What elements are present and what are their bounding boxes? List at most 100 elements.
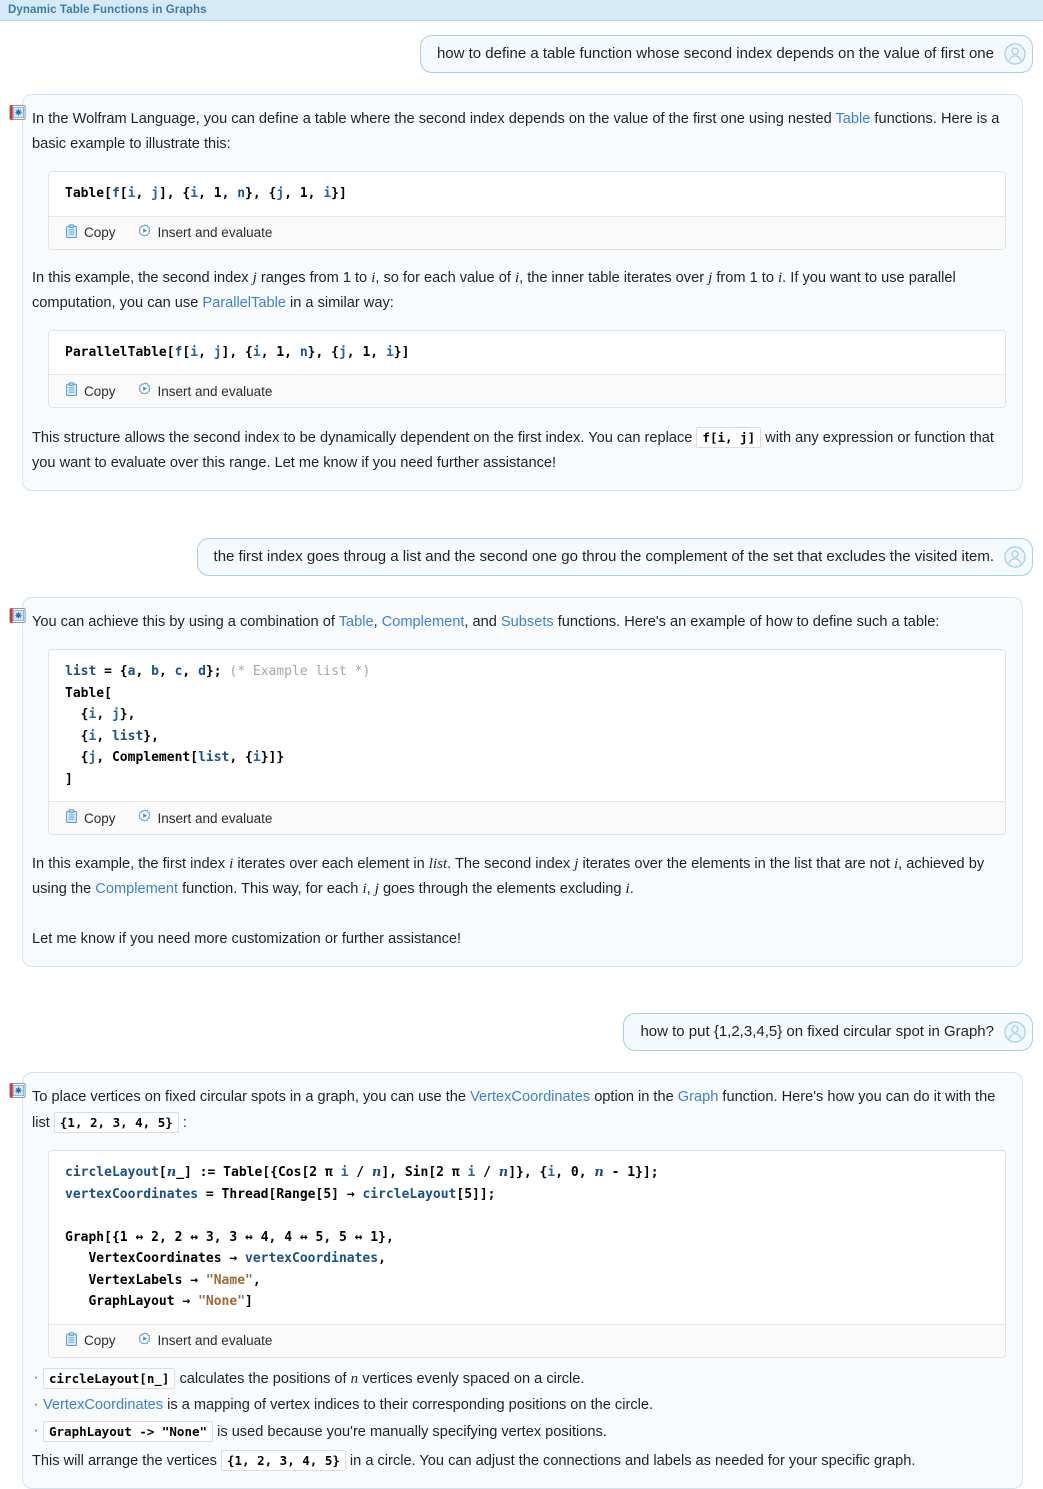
inline-code: f[i, j] [696,427,762,448]
wl-link-complement[interactable]: Complement [95,881,178,897]
clipboard-icon [65,809,78,827]
code-block: list = {a, b, c, d}; (* Example list *) … [48,649,1006,835]
assistant-paragraph: To place vertices on fixed circular spot… [32,1085,1008,1136]
text-fragment: goes through the elements excluding [378,881,626,897]
evaluate-label: Insert and evaluate [157,1333,273,1348]
text-fragment: ranges from 1 to [256,269,372,286]
copy-button[interactable]: Copy [65,1331,116,1350]
text-fragment: iterates over the elements in the list t… [578,856,894,872]
window-title: Dynamic Table Functions in Graphs [8,4,207,16]
text-fragment: in a circle. You can adjust the connecti… [345,1452,916,1469]
wl-link-table[interactable]: Table [835,111,870,127]
code-toolbar: Copy Insert and evaluate [49,801,1005,834]
text-fragment: is used because you're manually specifyi… [213,1423,607,1440]
evaluate-label: Insert and evaluate [157,383,273,399]
assistant-paragraph: You can achieve this by using a combinat… [32,610,1008,635]
wl-link-graph[interactable]: Graph [678,1089,719,1105]
insert-and-evaluate-icon [137,1331,152,1350]
math-var: list [428,856,448,872]
user-message-bubble[interactable]: how to define a table function whose sec… [419,35,1033,73]
user-message-text: how to define a table function whose sec… [436,45,994,62]
insert-and-evaluate-button[interactable]: Insert and evaluate [137,382,273,400]
wolfram-notebook-icon [9,607,26,624]
user-avatar-icon [1004,1021,1026,1043]
wl-link-subsets[interactable]: Subsets [501,614,554,630]
window-title-bar: Dynamic Table Functions in Graphs [0,0,1043,21]
user-avatar-icon [1004,43,1026,65]
code-toolbar: Copy Insert and evaluate [49,374,1005,407]
wl-link-table[interactable]: Table [339,614,374,630]
assistant-paragraph: In the Wolfram Language, you can define … [32,107,1008,157]
text-fragment: , the inner table iterates over [519,269,709,286]
user-message-text: the first index goes throug a list and t… [213,548,994,565]
wl-link-paralleltable[interactable]: ParallelTable [202,295,286,311]
code-content[interactable]: ParallelTable[f[i, j], {i, 1, n}, {j, 1,… [49,331,1005,375]
text-fragment: functions. Here's an example of how to d… [553,614,940,630]
text-fragment: In the Wolfram Language, you can define … [32,111,836,127]
user-avatar-icon [1004,546,1026,568]
text-fragment: vertices evenly spaced on a circle. [358,1370,585,1387]
code-content[interactable]: list = {a, b, c, d}; (* Example list *) … [49,650,1005,801]
insert-and-evaluate-button[interactable]: Insert and evaluate [137,223,273,242]
assistant-message-row: You can achieve this by using a combinat… [0,597,1043,967]
wl-link-vertexcoordinates[interactable]: VertexCoordinates [43,1397,163,1413]
code-toolbar: Copy Insert and evaluate [49,215,1005,249]
user-message-row: how to put {1,2,3,4,5} on fixed circular… [0,1013,1043,1051]
assistant-paragraph: This will arrange the vertices {1, 2, 3,… [32,1448,1008,1474]
text-fragment: . The second index [447,856,575,872]
user-message-bubble[interactable]: how to put {1,2,3,4,5} on fixed circular… [623,1013,1033,1051]
text-fragment: : [178,1115,187,1131]
assistant-message-card: In the Wolfram Language, you can define … [9,94,1023,491]
list-item: circleLayout[n_] calculates the position… [32,1364,1008,1392]
inline-code: circleLayout[n_] [43,1367,176,1389]
copy-button[interactable]: Copy [65,809,116,827]
insert-and-evaluate-button[interactable]: Insert and evaluate [137,809,273,827]
text-fragment: is a mapping of vertex indices to their … [163,1396,654,1413]
copy-label: Copy [84,383,116,399]
text-fragment: . [629,881,634,897]
text-fragment: in a similar way: [285,294,394,311]
list-item: GraphLayout -> "None" is used because yo… [32,1417,1008,1445]
text-fragment: calculates the positions of [175,1370,351,1387]
copy-label: Copy [84,1333,116,1348]
user-message-text: how to put {1,2,3,4,5} on fixed circular… [640,1023,994,1040]
assistant-message-row: To place vertices on fixed circular spot… [0,1072,1043,1489]
user-message-row: how to define a table function whose sec… [0,35,1043,73]
assistant-message-row: In the Wolfram Language, you can define … [0,94,1043,491]
wl-link-complement[interactable]: Complement [382,614,465,630]
clipboard-icon [65,382,78,400]
clipboard-icon [65,1331,78,1350]
wolfram-notebook-icon [9,104,26,121]
wolfram-notebook-icon [9,1082,26,1099]
text-fragment: , [366,881,375,897]
insert-and-evaluate-icon [137,382,152,400]
user-message-bubble[interactable]: the first index goes throug a list and t… [196,538,1033,576]
evaluate-label: Insert and evaluate [157,810,273,826]
copy-button[interactable]: Copy [65,382,116,400]
list-item: VertexCoordinates is a mapping of vertex… [32,1391,1008,1418]
assistant-paragraph: In this example, the second index j rang… [32,266,1008,316]
bullet-list: circleLayout[n_] calculates the position… [32,1364,1008,1445]
text-fragment: iterates over each element in [233,856,429,872]
code-block: Table[f[i, j], {i, 1, n}, {j, 1, i}] Cop… [48,171,1006,250]
text-fragment: This will arrange the vertices [32,1452,221,1469]
code-content[interactable]: circleLayout[n_] := Table[{Cos[2 π i / n… [49,1151,1005,1324]
assistant-paragraph: In this example, the first index i itera… [32,852,1008,902]
copy-label: Copy [84,225,116,240]
text-fragment: function. This way, for each [178,881,363,897]
code-content[interactable]: Table[f[i, j], {i, 1, n}, {j, 1, i}] [49,172,1005,216]
text-fragment: from 1 to [712,269,778,286]
evaluate-label: Insert and evaluate [157,225,273,240]
copy-label: Copy [84,810,116,826]
insert-and-evaluate-button[interactable]: Insert and evaluate [137,1331,273,1350]
text-fragment: In this example, the second index [32,269,253,286]
inline-code: {1, 2, 3, 4, 5} [53,1112,179,1133]
code-toolbar: Copy Insert and evaluate [49,1323,1005,1357]
assistant-paragraph: This structure allows the second index t… [32,425,1008,476]
text-fragment: , and [464,614,501,630]
copy-button[interactable]: Copy [65,223,116,242]
text-fragment: This structure allows the second index t… [32,430,697,446]
wl-link-vertexcoordinates[interactable]: VertexCoordinates [470,1089,590,1105]
code-block: circleLayout[n_] := Table[{Cos[2 π i / n… [48,1150,1006,1358]
insert-and-evaluate-icon [137,223,152,242]
